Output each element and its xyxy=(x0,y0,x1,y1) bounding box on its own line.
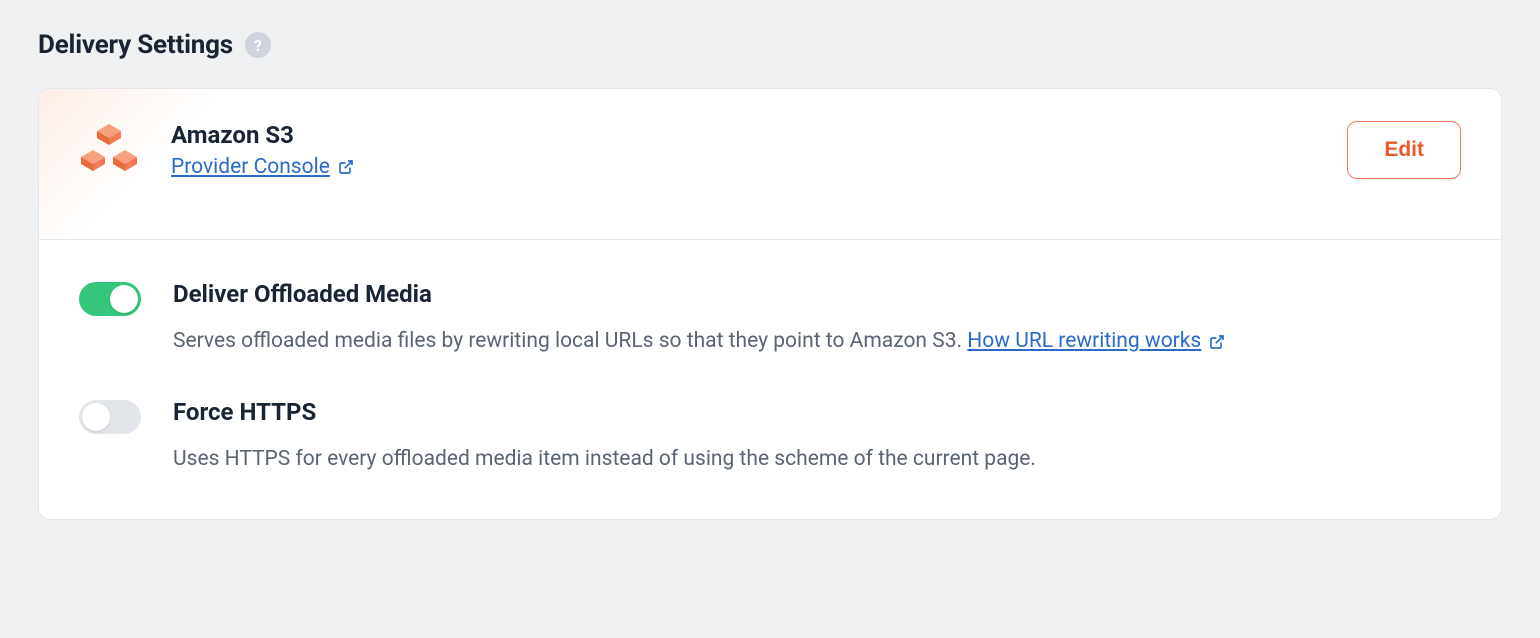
setting-force-https: Force HTTPS Uses HTTPS for every offload… xyxy=(39,358,1501,520)
provider-header: Amazon S3 Provider Console Edit xyxy=(39,89,1501,240)
external-link-icon xyxy=(338,159,354,175)
url-rewriting-docs-link[interactable]: How URL rewriting works xyxy=(967,326,1225,358)
setting-description: Uses HTTPS for every offloaded media ite… xyxy=(173,444,1461,476)
help-icon[interactable]: ? xyxy=(245,32,271,58)
setting-description-text: Serves offloaded media files by rewritin… xyxy=(173,329,967,353)
provider-console-link[interactable]: Provider Console xyxy=(171,155,354,179)
link-label: How URL rewriting works xyxy=(967,326,1201,358)
s3-boxes-icon xyxy=(79,121,139,179)
toggle-force-https[interactable] xyxy=(79,400,141,434)
section-title: Delivery Settings xyxy=(38,30,233,60)
setting-deliver-offloaded-media: Deliver Offloaded Media Serves offloaded… xyxy=(39,240,1501,358)
setting-title: Deliver Offloaded Media xyxy=(173,280,1461,308)
toggle-deliver-offloaded-media[interactable] xyxy=(79,282,141,316)
edit-button[interactable]: Edit xyxy=(1347,121,1461,179)
provider-name: Amazon S3 xyxy=(171,121,1315,149)
delivery-settings-card: Amazon S3 Provider Console Edit Deliver … xyxy=(38,88,1502,520)
provider-console-link-label: Provider Console xyxy=(171,155,330,179)
setting-description-text: Uses HTTPS for every offloaded media ite… xyxy=(173,447,1036,471)
setting-description: Serves offloaded media files by rewritin… xyxy=(173,326,1461,358)
setting-title: Force HTTPS xyxy=(173,398,1461,426)
external-link-icon xyxy=(1209,334,1225,350)
